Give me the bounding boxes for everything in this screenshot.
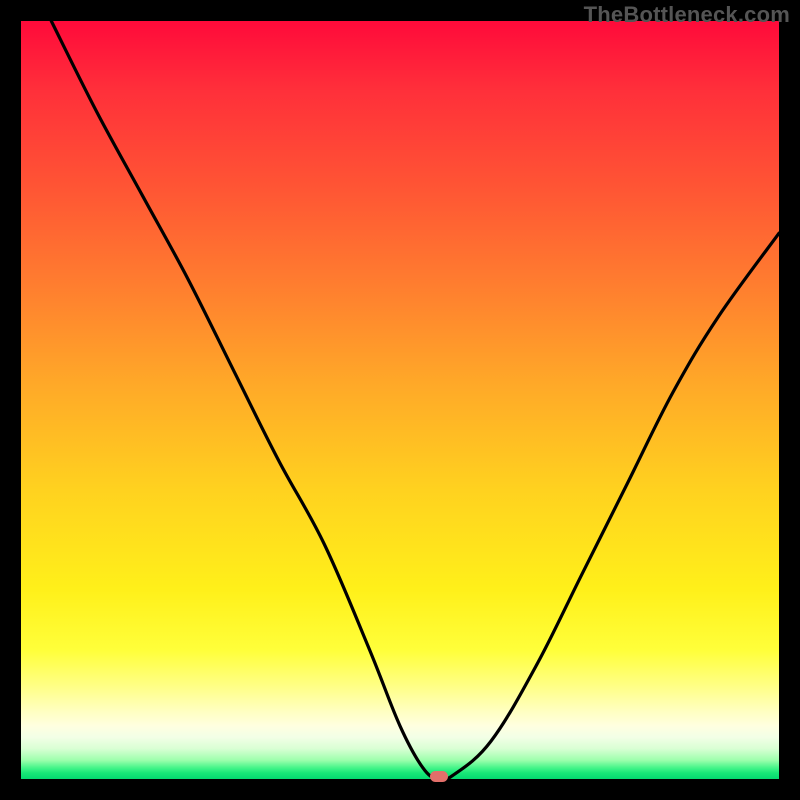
bottleneck-curve	[51, 21, 779, 780]
curve-svg	[21, 21, 779, 779]
watermark-text: TheBottleneck.com	[584, 2, 790, 28]
optimum-marker	[430, 771, 448, 782]
chart-frame: TheBottleneck.com	[0, 0, 800, 800]
plot-area	[21, 21, 779, 779]
